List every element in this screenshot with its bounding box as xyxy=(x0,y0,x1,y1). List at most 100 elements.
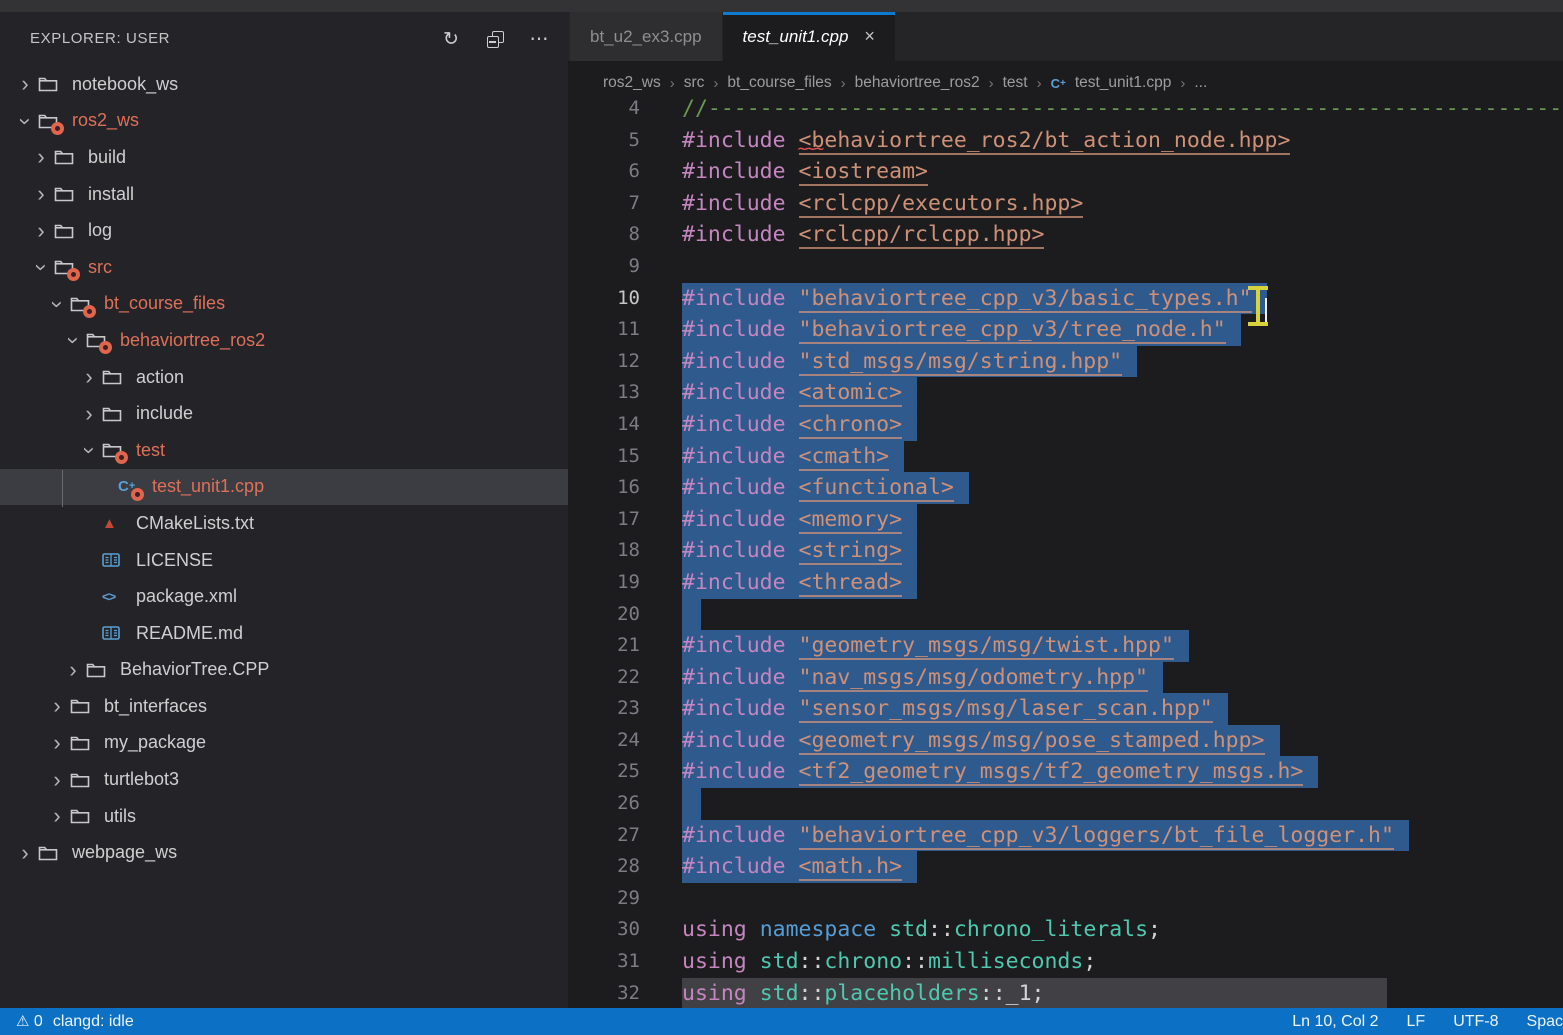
tree-item-install[interactable]: ›install xyxy=(0,176,568,213)
chevron-down-icon[interactable]: › xyxy=(14,108,36,134)
code-line[interactable]: 10#include "behaviortree_cpp_v3/basic_ty… xyxy=(568,283,1563,315)
problems-indicator[interactable]: ⚠ 0 xyxy=(16,1012,43,1031)
tab-bar: bt_u2_ex3.cpptest_unit1.cpp× xyxy=(568,12,1563,61)
tree-item-log[interactable]: ›log xyxy=(0,212,568,249)
code-line-content: #include "behaviortree_cpp_v3/loggers/bt… xyxy=(682,820,1409,852)
code-line[interactable]: 31using std::chrono::milliseconds; xyxy=(568,946,1563,978)
tree-item-ros2-ws[interactable]: ›ros2_ws xyxy=(0,103,568,140)
tree-item-utils[interactable]: ›utils xyxy=(0,798,568,835)
tree-item-readme-md[interactable]: ›README.md xyxy=(0,615,568,652)
breadcrumb-item-bt-course-files[interactable]: bt_course_files xyxy=(727,74,831,92)
tree-item-include[interactable]: ›include xyxy=(0,395,568,432)
tree-item-webpage-ws[interactable]: ›webpage_ws xyxy=(0,834,568,871)
chevron-right-icon[interactable]: › xyxy=(12,842,38,864)
tree-item-cmakelists-txt[interactable]: ›▲CMakeLists.txt xyxy=(0,505,568,542)
indent-indicator[interactable]: Spac xyxy=(1527,1013,1563,1031)
eol-indicator[interactable]: LF xyxy=(1407,1013,1426,1031)
chevron-right-icon[interactable]: › xyxy=(28,220,54,242)
chevron-right-icon[interactable]: › xyxy=(28,146,54,168)
code-editor[interactable]: 4//-------------------------------------… xyxy=(568,93,1563,1008)
code-line[interactable]: 18#include <string> xyxy=(568,535,1563,567)
tree-item-package-xml[interactable]: ›<>package.xml xyxy=(0,578,568,615)
tree-item-build[interactable]: ›build xyxy=(0,139,568,176)
code-line[interactable]: 25#include <tf2_geometry_msgs/tf2_geomet… xyxy=(568,756,1563,788)
chevron-right-icon[interactable]: › xyxy=(12,73,38,95)
code-line[interactable]: 9 xyxy=(568,251,1563,283)
tab-bt-u2-ex3-cpp[interactable]: bt_u2_ex3.cpp xyxy=(570,12,722,61)
code-line[interactable]: 28#include <math.h> xyxy=(568,851,1563,883)
code-line[interactable]: 26 xyxy=(568,788,1563,820)
collapse-all-icon[interactable] xyxy=(480,24,510,54)
code-line[interactable]: 13#include <atomic> xyxy=(568,377,1563,409)
code-line[interactable]: 24#include <geometry_msgs/msg/pose_stamp… xyxy=(568,725,1563,757)
tree-item-test[interactable]: › test xyxy=(0,432,568,469)
encoding-indicator[interactable]: UTF-8 xyxy=(1453,1013,1498,1031)
chevron-right-icon[interactable]: › xyxy=(28,183,54,205)
tree-item-src[interactable]: ›src xyxy=(0,249,568,286)
code-line[interactable]: 15#include <cmath> xyxy=(568,441,1563,473)
tree-item-test-unit1-cpp[interactable]: ›C+test_unit1.cpp xyxy=(0,469,568,506)
code-line-content: #include <string> xyxy=(682,535,917,567)
code-line[interactable]: 30using namespace std::chrono_literals; xyxy=(568,914,1563,946)
tree-item-bt-interfaces[interactable]: › bt_interfaces xyxy=(0,688,568,725)
code-line[interactable]: 27#include "behaviortree_cpp_v3/loggers/… xyxy=(568,820,1563,852)
chevron-down-icon[interactable]: › xyxy=(62,328,84,354)
breadcrumb-separator: › xyxy=(1037,75,1042,92)
code-line[interactable]: 17#include <memory> xyxy=(568,504,1563,536)
chevron-down-icon[interactable]: › xyxy=(30,255,52,281)
code-line[interactable]: 21#include "geometry_msgs/msg/twist.hpp" xyxy=(568,630,1563,662)
code-line[interactable]: 12#include "std_msgs/msg/string.hpp" xyxy=(568,346,1563,378)
breadcrumb-overflow[interactable]: ... xyxy=(1194,74,1207,92)
code-line[interactable]: 20 xyxy=(568,599,1563,631)
code-line[interactable]: 7#include <rclcpp/executors.hpp> xyxy=(568,188,1563,220)
chevron-right-icon[interactable]: › xyxy=(44,732,70,754)
chevron-down-icon[interactable]: › xyxy=(78,438,100,464)
code-line[interactable]: 23#include "sensor_msgs/msg/laser_scan.h… xyxy=(568,693,1563,725)
tree-item-turtlebot3[interactable]: › turtlebot3 xyxy=(0,761,568,798)
code-line[interactable]: 16#include <functional> xyxy=(568,472,1563,504)
code-line[interactable]: 4//-------------------------------------… xyxy=(568,93,1563,125)
warning-icon: ⚠ xyxy=(16,1013,29,1030)
clangd-status[interactable]: clangd: idle xyxy=(53,1013,134,1031)
chevron-right-icon[interactable]: › xyxy=(60,659,86,681)
code-line[interactable]: 5#include <behaviortree_ros2/bt_action_n… xyxy=(568,125,1563,157)
tree-item-bt-course-files[interactable]: ›bt_course_files xyxy=(0,286,568,323)
chevron-down-icon[interactable]: › xyxy=(46,291,68,317)
tree-item-label: turtlebot3 xyxy=(104,769,179,790)
chevron-right-icon[interactable]: › xyxy=(76,366,102,388)
code-line[interactable]: 29 xyxy=(568,883,1563,915)
folder-icon xyxy=(102,403,130,425)
breadcrumb-item-ros2-ws[interactable]: ros2_ws xyxy=(603,74,661,92)
chevron-right-icon[interactable]: › xyxy=(44,805,70,827)
chevron-right-icon[interactable]: › xyxy=(76,403,102,425)
breadcrumb-item-src[interactable]: src xyxy=(684,74,705,92)
breadcrumb-item-test[interactable]: test xyxy=(1003,74,1028,92)
tree-item-label: test xyxy=(136,440,165,461)
chevron-right-icon[interactable]: › xyxy=(44,695,70,717)
line-number: 16 xyxy=(568,472,640,504)
refresh-icon[interactable]: ↻ xyxy=(436,24,466,54)
code-line[interactable]: 32using std::placeholders::_1; xyxy=(568,978,1563,1008)
tree-item-behaviortree-cpp[interactable]: ›BehaviorTree.CPP xyxy=(0,652,568,689)
tree-item-label: bt_interfaces xyxy=(104,696,207,717)
chevron-right-icon[interactable]: › xyxy=(44,769,70,791)
code-line[interactable]: 6#include <iostream> xyxy=(568,156,1563,188)
close-icon[interactable]: × xyxy=(864,26,875,47)
code-line[interactable]: 22#include "nav_msgs/msg/odometry.hpp" xyxy=(568,662,1563,694)
code-line[interactable]: 11#include "behaviortree_cpp_v3/tree_nod… xyxy=(568,314,1563,346)
more-actions-icon[interactable]: ⋯ xyxy=(524,24,554,54)
tree-item-my-package[interactable]: ›my_package xyxy=(0,725,568,762)
tree-item-behaviortree-ros2[interactable]: ›behaviortree_ros2 xyxy=(0,322,568,359)
folder-icon xyxy=(54,256,82,278)
breadcrumb-item-behaviortree-ros2[interactable]: behaviortree_ros2 xyxy=(855,74,980,92)
tab-test-unit1-cpp[interactable]: test_unit1.cpp× xyxy=(723,12,895,61)
cursor-position[interactable]: Ln 10, Col 2 xyxy=(1292,1013,1378,1031)
tree-item-license[interactable]: ›LICENSE xyxy=(0,542,568,579)
tree-item-notebook-ws[interactable]: ›notebook_ws xyxy=(0,66,568,103)
tree-item-action[interactable]: ›action xyxy=(0,359,568,396)
code-line[interactable]: 8#include <rclcpp/rclcpp.hpp> xyxy=(568,219,1563,251)
breadcrumb-file[interactable]: test_unit1.cpp xyxy=(1075,74,1172,92)
code-line[interactable]: 14#include <chrono> xyxy=(568,409,1563,441)
code-line[interactable]: 19#include <thread> xyxy=(568,567,1563,599)
file-tree: ›notebook_ws›ros2_ws›build›install›log›s… xyxy=(0,66,568,871)
